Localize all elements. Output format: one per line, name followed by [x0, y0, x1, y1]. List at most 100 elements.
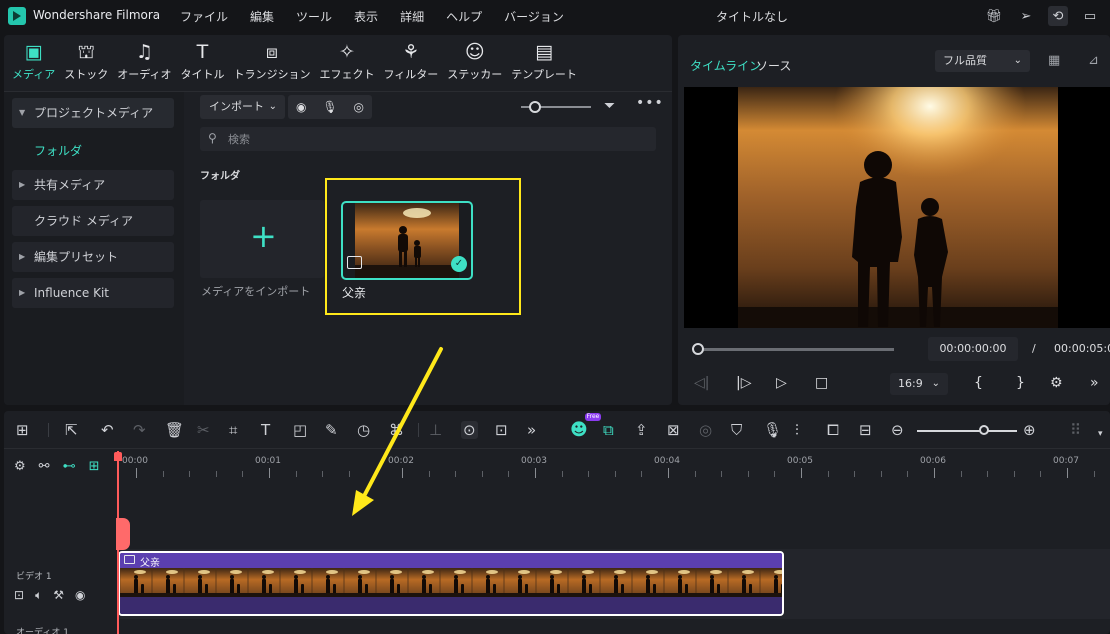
timeline-clip[interactable]: 父亲	[118, 551, 784, 616]
tab-audio[interactable]: ♫ オーディオ	[117, 35, 171, 88]
playhead-scissor-tab[interactable]	[116, 518, 130, 550]
tab-template[interactable]: ▤ テンプレート	[511, 35, 577, 88]
media-thumbnail[interactable]: ✓	[341, 201, 473, 280]
more-options-icon[interactable]: •••	[636, 95, 664, 111]
motion-icon[interactable]: ◎	[699, 421, 712, 439]
tab-timeline-preview[interactable]: タイムライン	[690, 57, 761, 74]
sidebar-item-project-media[interactable]: ▼ プロジェクトメディア	[12, 98, 174, 128]
stop-icon[interactable]: □	[815, 375, 828, 391]
sidebar-item-cloud-media[interactable]: クラウド メディア	[12, 206, 174, 236]
redo-icon[interactable]: ↷	[133, 421, 146, 439]
more-controls-icon[interactable]: »	[1090, 375, 1099, 391]
current-time-field[interactable]: 00:00:00:00	[928, 337, 1018, 361]
send-icon[interactable]: ➢	[1016, 6, 1036, 26]
select-cursor-icon[interactable]: ⇱	[65, 421, 78, 439]
timeline-ruler[interactable]: 00:00 00:01 00:02 00:03 00:04 00:05 00:06 00:07	[118, 451, 1110, 481]
play-icon[interactable]: ▷	[776, 375, 787, 391]
grid-view-icon[interactable]: ▦	[1048, 53, 1060, 68]
menu-advanced[interactable]: 詳細	[400, 8, 424, 25]
filter-sort-icon[interactable]: ⏷	[604, 98, 615, 114]
tab-media[interactable]: ▣ メディア	[12, 35, 55, 88]
fit-icon[interactable]: ⊟	[859, 421, 872, 439]
search-input[interactable]	[228, 131, 628, 147]
play-frame-icon[interactable]: |▷	[736, 375, 751, 391]
zoom-out-icon[interactable]: ⊖	[891, 421, 904, 439]
layout-icon[interactable]: ▭	[1080, 6, 1100, 26]
menu-edit[interactable]: 編集	[250, 8, 274, 25]
menu-version[interactable]: バージョン	[504, 8, 564, 25]
expand-toolbar-icon[interactable]: »	[527, 421, 536, 439]
tab-sticker[interactable]: ☺ ステッカー	[447, 35, 502, 88]
waveform-chart-icon[interactable]: ⊿	[1088, 53, 1099, 68]
unlink-icon[interactable]: ⚯	[39, 459, 50, 474]
previous-frame-icon[interactable]: ◁|	[694, 375, 709, 391]
tab-stock[interactable]: ⛫ ストック	[64, 35, 108, 88]
speed-icon[interactable]: ◷	[357, 421, 370, 439]
crop-icon[interactable]: ⌗	[229, 421, 237, 439]
replace-icon[interactable]: ⧠	[827, 421, 839, 439]
export-clip-icon[interactable]: ⇪	[635, 421, 648, 439]
shape-icon[interactable]: ◰	[293, 421, 307, 439]
sidebar-item-folder[interactable]: フォルダ	[34, 142, 82, 159]
text-icon[interactable]: T	[261, 421, 270, 439]
mark-out-icon[interactable]: }	[1016, 375, 1025, 391]
zoom-in-icon[interactable]: ⊕	[1023, 421, 1036, 439]
gift-icon[interactable]: 🎁︎	[984, 6, 1004, 26]
track-layout-icon[interactable]: ⊞	[89, 459, 100, 474]
webcam-icon[interactable]: ◎	[354, 100, 364, 114]
undo-icon[interactable]: ↶	[101, 421, 114, 439]
lock-icon[interactable]: ⊡	[14, 588, 24, 603]
ai-portrait-icon[interactable]: ⊡	[495, 421, 508, 439]
tab-transition[interactable]: ⧈ トランジション	[233, 35, 310, 88]
layout-grid-icon[interactable]: ⊞	[16, 421, 29, 439]
mask-icon[interactable]: ⛉	[731, 421, 742, 439]
sidebar-item-edit-presets[interactable]: ▶ 編集プリセット	[12, 242, 174, 272]
sidebar-item-influence-kit[interactable]: ▶ Influence Kit	[12, 278, 174, 308]
microphone-icon[interactable]: 🎙︎	[763, 421, 782, 439]
menu-file[interactable]: ファイル	[180, 8, 228, 25]
preview-scrub-bar[interactable]	[698, 348, 894, 351]
audio-mixer-icon[interactable]: ⫶	[795, 421, 799, 439]
split-icon[interactable]: ✂	[197, 421, 210, 439]
color-icon[interactable]: ✎	[325, 421, 338, 439]
drag-handle-icon[interactable]: ⠿	[1070, 421, 1081, 439]
speaker-icon[interactable]: 🔈︎	[35, 588, 42, 603]
scene-detect-icon[interactable]: ⧉	[603, 421, 614, 439]
tag-icon[interactable]: ⌘	[389, 421, 404, 439]
microphone-icon[interactable]: 🎙︎	[322, 100, 337, 114]
ai-copilot-icon[interactable]: ☻	[570, 421, 588, 439]
tab-effect[interactable]: ✧ エフェクト	[319, 35, 374, 88]
preview-scrub-knob[interactable]	[692, 343, 704, 355]
media-panel: ▣ メディア ⛫ ストック ♫ オーディオ T タイトル ⧈ トランジション ✧…	[4, 35, 672, 405]
import-media-card[interactable]: +	[200, 200, 324, 278]
timeline-zoom-knob[interactable]	[979, 425, 989, 435]
timeline-zoom-slider[interactable]	[917, 430, 1017, 432]
mark-in-icon[interactable]: {	[974, 375, 983, 391]
link-track-icon[interactable]: ⊷	[63, 459, 76, 474]
ruler-tick	[854, 471, 856, 477]
sidebar-item-shared-media[interactable]: ▶ 共有メディア	[12, 170, 174, 200]
image-edit-icon[interactable]: ⊠	[667, 421, 680, 439]
menu-help[interactable]: ヘルプ	[446, 8, 482, 25]
record-screen-icon[interactable]: ◉	[296, 100, 306, 114]
menu-tools[interactable]: ツール	[296, 8, 332, 25]
track-settings-icon[interactable]: ⚙	[14, 459, 26, 474]
eye-icon[interactable]: ◉	[75, 588, 85, 603]
tab-source-preview[interactable]: ソース	[756, 57, 791, 74]
effect-toggle-icon[interactable]: ⚒	[53, 588, 64, 603]
tab-filter[interactable]: ⚘ フィルター	[383, 35, 438, 88]
tab-title[interactable]: T タイトル	[180, 35, 224, 88]
settings-icon[interactable]: ⚙	[1050, 375, 1063, 391]
aspect-ratio-dropdown[interactable]: 16:9 ⌄	[890, 373, 948, 395]
import-dropdown[interactable]: インポート ⌄	[200, 95, 285, 119]
quality-dropdown[interactable]: フル品質 ⌄	[935, 50, 1030, 72]
chevron-down-icon[interactable]: ▾	[1098, 425, 1103, 443]
playhead-handle[interactable]	[114, 452, 122, 461]
delete-icon[interactable]: 🗑︎	[165, 421, 184, 439]
thumbnail-size-knob[interactable]	[529, 101, 541, 113]
auto-fx-icon[interactable]: ⊥	[429, 421, 442, 439]
download-icon[interactable]: ⟲	[1048, 6, 1068, 26]
menu-view[interactable]: 表示	[354, 8, 378, 25]
ai-tool-icon[interactable]: ⊙	[461, 421, 478, 439]
audio-track-label: オーディオ 1	[16, 628, 69, 634]
